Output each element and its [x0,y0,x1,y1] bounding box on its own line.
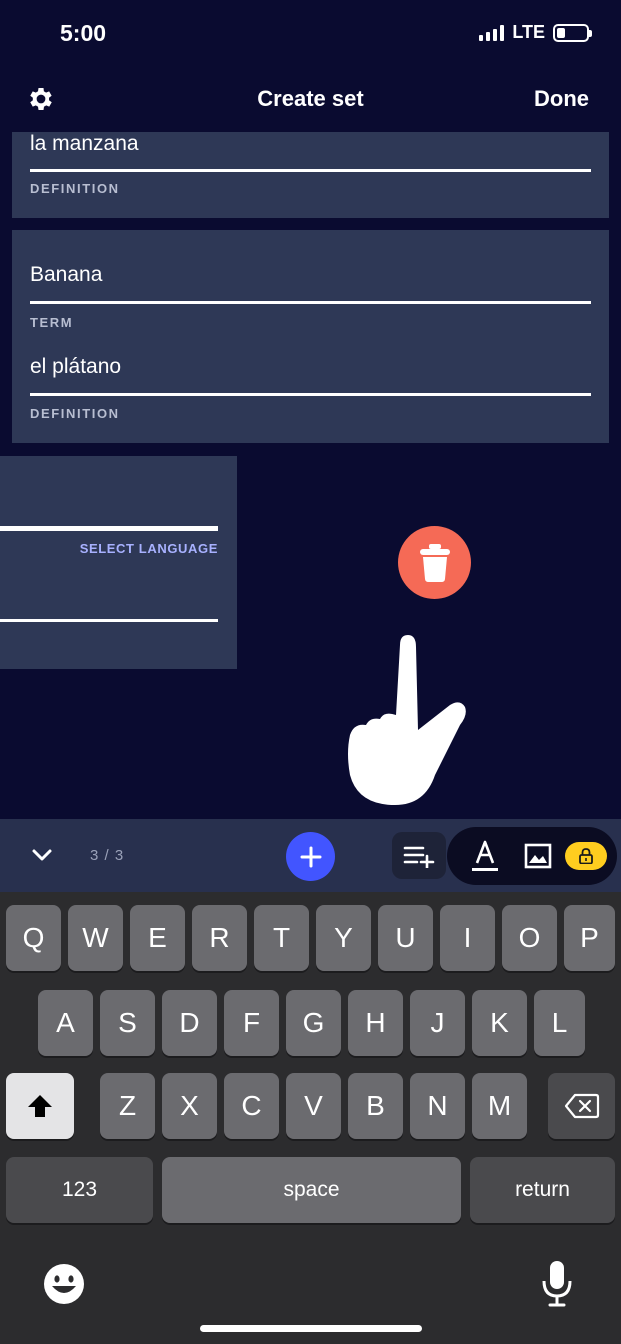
key-t[interactable]: T [254,905,309,971]
key-o[interactable]: O [502,905,557,971]
pointing-hand-icon [348,635,466,805]
delete-card-button[interactable] [398,526,471,599]
term-underline [30,301,591,304]
emoji-icon[interactable] [42,1262,86,1306]
key-x[interactable]: X [162,1073,217,1139]
backspace-icon [564,1093,599,1119]
format-toolbar [447,827,617,885]
space-key[interactable]: space [162,1157,461,1223]
return-key[interactable]: return [470,1157,615,1223]
trash-icon [419,543,450,582]
key-y[interactable]: Y [316,905,371,971]
term-label: TERM [30,315,74,330]
shift-icon [28,1095,52,1117]
definition-underline [0,619,218,622]
key-b[interactable]: B [348,1073,403,1139]
select-language-link[interactable]: SELECT LANGUAGE [80,541,218,556]
term-card-3-swiped[interactable]: SELECT LANGUAGE [0,456,237,669]
add-list-icon [403,846,435,868]
network-label: LTE [512,22,545,42]
term-field-2[interactable]: Banana [30,263,102,287]
nav-header: Create set Done [0,72,621,128]
key-s[interactable]: S [100,990,155,1056]
numbers-key[interactable]: 123 [6,1157,153,1223]
text-format-icon[interactable] [471,839,499,873]
editor-toolbar: 3 / 3 [0,819,621,892]
key-u[interactable]: U [378,905,433,971]
key-k[interactable]: K [472,990,527,1056]
key-z[interactable]: Z [100,1073,155,1139]
app-screen: 5:00 LTE Create set Done la manzana DEFI… [0,0,621,1344]
card-counter: 3 / 3 [90,847,125,864]
key-g[interactable]: G [286,990,341,1056]
key-q[interactable]: Q [6,905,61,971]
term-underline-active [0,526,218,531]
key-a[interactable]: A [38,990,93,1056]
key-c[interactable]: C [224,1073,279,1139]
definition-label: DEFINITION [30,181,120,196]
signal-icon [479,24,505,41]
key-j[interactable]: J [410,990,465,1056]
microphone-icon[interactable] [541,1259,573,1307]
term-card-1: la manzana DEFINITION [12,132,609,218]
key-v[interactable]: V [286,1073,341,1139]
status-indicators: LTE [479,22,592,43]
key-i[interactable]: I [440,905,495,971]
lock-badge[interactable] [565,842,607,870]
definition-field-1[interactable]: la manzana [30,132,139,156]
key-r[interactable]: R [192,905,247,971]
key-e[interactable]: E [130,905,185,971]
key-d[interactable]: D [162,990,217,1056]
definition-field-2[interactable]: el plátano [30,355,121,379]
key-w[interactable]: W [68,905,123,971]
shift-key[interactable] [6,1073,74,1139]
lock-icon [579,848,593,864]
done-button[interactable]: Done [534,86,589,112]
key-l[interactable]: L [534,990,585,1056]
add-list-button[interactable] [392,832,446,879]
status-time: 5:00 [60,20,107,46]
chevron-down-icon[interactable] [30,843,54,867]
key-f[interactable]: F [224,990,279,1056]
term-card-2: Banana TERM el plátano DEFINITION [12,230,609,443]
add-card-button[interactable] [286,832,335,881]
definition-underline [30,393,591,396]
key-p[interactable]: P [564,905,615,971]
plus-icon [300,846,321,867]
battery-icon [553,23,592,42]
image-icon[interactable] [524,843,552,869]
key-m[interactable]: M [472,1073,527,1139]
page-title: Create set [257,86,364,111]
key-n[interactable]: N [410,1073,465,1139]
definition-label: DEFINITION [30,406,120,421]
definition-underline [30,169,591,172]
backspace-key[interactable] [548,1073,615,1139]
key-h[interactable]: H [348,990,403,1056]
home-indicator[interactable] [200,1325,422,1332]
